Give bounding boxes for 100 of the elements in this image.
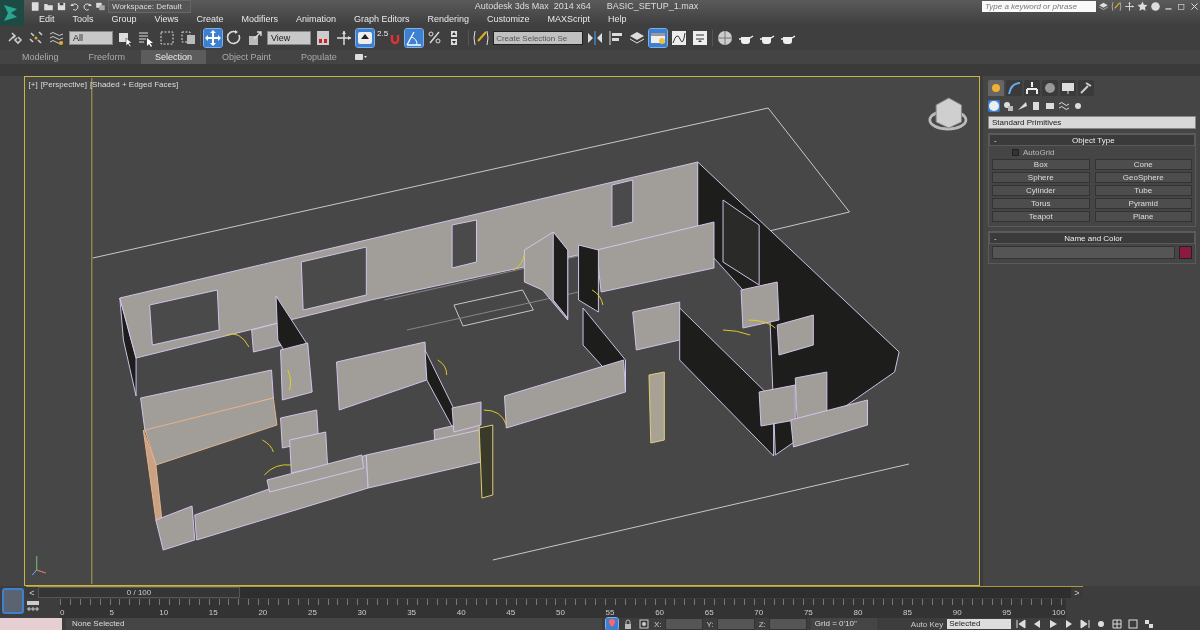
pivot-icon[interactable] bbox=[314, 29, 332, 47]
menu-item[interactable]: Views bbox=[145, 14, 188, 24]
auto-key-button[interactable]: Auto Key bbox=[910, 619, 944, 629]
viewcube-icon[interactable] bbox=[927, 97, 967, 131]
menu-item[interactable]: Animation bbox=[286, 14, 345, 24]
display-tab-icon[interactable] bbox=[1060, 80, 1076, 96]
scene-explorer-icon[interactable] bbox=[649, 29, 668, 47]
transform-mode-icon[interactable] bbox=[638, 618, 650, 630]
link-icon[interactable] bbox=[6, 29, 24, 47]
shapes-icon[interactable] bbox=[1002, 100, 1014, 112]
select-by-name-icon[interactable] bbox=[137, 29, 155, 47]
autogrid-checkbox[interactable] bbox=[1012, 149, 1019, 156]
primitive-button[interactable]: Cone bbox=[1094, 159, 1192, 170]
viewport-label[interactable]: [+] bbox=[28, 80, 38, 89]
ribbon-tab[interactable]: Populate bbox=[287, 50, 351, 64]
ribbon-tab[interactable]: Selection bbox=[141, 50, 207, 64]
search-field[interactable]: Type a keyword or phrase bbox=[982, 0, 1096, 12]
time-slider-track[interactable]: 0 / 100 bbox=[38, 587, 1071, 599]
save-icon[interactable] bbox=[56, 0, 67, 12]
space-warps-icon[interactable] bbox=[1058, 100, 1070, 112]
motion-tab-icon[interactable] bbox=[1042, 80, 1058, 96]
viewport-label[interactable]: [Shaded + Edged Faces] bbox=[89, 80, 179, 89]
ribbon-tab[interactable]: Object Paint bbox=[208, 50, 286, 64]
collapse-toggle[interactable]: - bbox=[994, 233, 997, 243]
primitive-button[interactable]: Box bbox=[992, 159, 1090, 170]
transform-gizmo-icon[interactable] bbox=[335, 29, 353, 47]
scale-icon[interactable] bbox=[246, 29, 264, 47]
primitive-button[interactable]: Sphere bbox=[992, 172, 1090, 183]
menu-item[interactable]: Customize bbox=[478, 14, 539, 24]
create-tab-icon[interactable] bbox=[988, 80, 1004, 96]
systems-icon[interactable] bbox=[1072, 100, 1084, 112]
coordinate-field[interactable] bbox=[664, 618, 703, 630]
maxscript-listener-field[interactable] bbox=[0, 618, 62, 630]
project-folder-icon[interactable] bbox=[95, 0, 106, 12]
coordinate-field[interactable] bbox=[716, 618, 755, 630]
ribbon-tab[interactable]: Modeling bbox=[8, 50, 73, 64]
bind-icon[interactable] bbox=[48, 29, 66, 47]
go-to-start-icon[interactable] bbox=[1015, 618, 1028, 630]
primitive-button[interactable]: GeoSphere bbox=[1094, 172, 1192, 183]
primitive-button[interactable]: Torus bbox=[992, 198, 1090, 209]
mirror-icon[interactable] bbox=[586, 29, 605, 47]
menu-item[interactable]: Tools bbox=[63, 14, 103, 24]
undo-icon[interactable] bbox=[69, 0, 80, 12]
new-file-icon[interactable] bbox=[30, 0, 41, 12]
selection-filter-dropdown[interactable]: All bbox=[69, 31, 113, 45]
menu-item[interactable]: MAXScript bbox=[538, 14, 600, 24]
menu-item[interactable]: Group bbox=[102, 14, 146, 24]
star-icon[interactable] bbox=[1137, 0, 1148, 12]
snap-toggle[interactable]: 2.5 bbox=[377, 29, 403, 47]
lock-icon[interactable] bbox=[622, 618, 634, 630]
schematic-view-icon[interactable] bbox=[691, 29, 710, 47]
rotate-icon[interactable] bbox=[225, 29, 243, 47]
rollout-header[interactable]: - Object Type bbox=[989, 134, 1195, 146]
menu-item[interactable]: Graph Editors bbox=[344, 14, 419, 24]
color-swatch[interactable] bbox=[1179, 246, 1192, 259]
modify-tab-icon[interactable] bbox=[1006, 80, 1022, 96]
reference-coordinate-dropdown[interactable]: View bbox=[267, 31, 311, 45]
angle-snap-icon[interactable] bbox=[405, 29, 424, 47]
menu-item[interactable]: Edit bbox=[30, 14, 64, 24]
coordinate-field[interactable] bbox=[768, 618, 807, 630]
menu-item[interactable]: Modifiers bbox=[232, 14, 287, 24]
close-icon[interactable] bbox=[1189, 0, 1200, 12]
utilities-tab-icon[interactable] bbox=[1078, 80, 1094, 96]
help-icon[interactable] bbox=[1150, 0, 1161, 12]
menu-item[interactable]: Rendering bbox=[418, 14, 479, 24]
workspace-dropdown[interactable]: Workspace: Default bbox=[108, 0, 191, 13]
edit-named-selection-icon[interactable] bbox=[472, 29, 491, 47]
ribbon-tab[interactable]: Freeform bbox=[74, 50, 140, 64]
time-ruler[interactable]: 0 5 10 15 20 25 30 35 40 45 50 55 60 65 70 75 80 85 90 95 100 bbox=[60, 598, 1066, 618]
grid-view-icon[interactable] bbox=[1111, 618, 1124, 630]
primitive-button[interactable]: Cylinder bbox=[992, 185, 1090, 196]
zoom-extents-icon[interactable] bbox=[1127, 618, 1140, 630]
primitive-button[interactable]: Plane bbox=[1094, 211, 1192, 222]
primitive-button[interactable]: Teapot bbox=[992, 211, 1090, 222]
material-editor-icon[interactable] bbox=[716, 29, 735, 47]
window-crossing-icon[interactable] bbox=[179, 29, 197, 47]
primitive-button[interactable]: Pyramid bbox=[1094, 198, 1192, 209]
viewport[interactable]: [+] [Perspective] [Shaded + Edged Faces] bbox=[23, 76, 980, 586]
hierarchy-tab-icon[interactable] bbox=[1024, 80, 1040, 96]
curve-editor-icon[interactable] bbox=[670, 29, 689, 47]
menu-item[interactable]: Help bbox=[599, 14, 636, 24]
primitive-button[interactable]: Tube bbox=[1094, 185, 1192, 196]
maximize-viewport-icon[interactable] bbox=[1143, 618, 1156, 630]
named-selection-field[interactable]: Create Selection Se bbox=[493, 31, 584, 45]
rollout-header[interactable]: - Name and Color bbox=[989, 232, 1195, 244]
object-class-dropdown[interactable]: Standard Primitives bbox=[988, 116, 1196, 129]
move-icon[interactable] bbox=[204, 29, 222, 47]
viewport-label[interactable]: [Perspective] bbox=[40, 80, 87, 89]
object-name-field[interactable] bbox=[992, 246, 1175, 259]
cameras-icon[interactable] bbox=[1030, 100, 1042, 112]
go-to-end-icon[interactable] bbox=[1079, 618, 1092, 630]
geometry-icon[interactable] bbox=[988, 100, 1000, 112]
floor-plan-drawing[interactable] bbox=[118, 161, 900, 551]
app-logo-icon[interactable] bbox=[0, 0, 24, 26]
key-filter-dropdown[interactable]: Selected bbox=[947, 619, 1012, 629]
time-slider-thumb[interactable]: 0 / 100 bbox=[38, 587, 240, 599]
redo-icon[interactable] bbox=[82, 0, 93, 12]
helpers-icon[interactable] bbox=[1044, 100, 1056, 112]
menu-item[interactable]: Create bbox=[187, 14, 233, 24]
collapse-toggle[interactable]: - bbox=[994, 135, 997, 145]
